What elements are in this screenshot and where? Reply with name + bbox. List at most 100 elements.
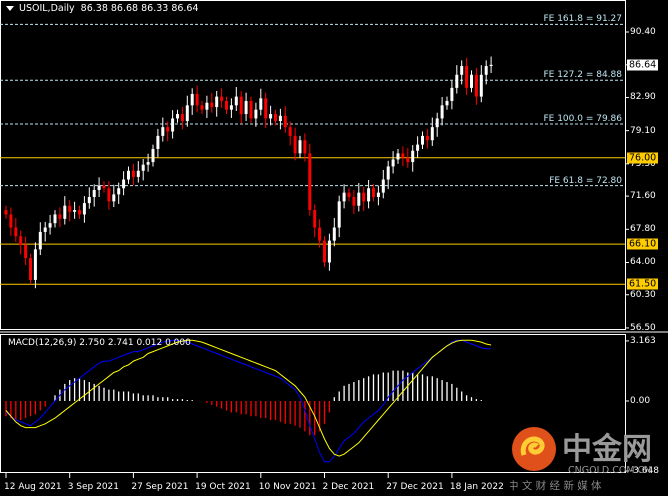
watermark-name: 中金网 (562, 432, 652, 467)
x-tick-label: 18 Jan 2022 (449, 482, 504, 492)
x-tick-label: 3 Sep 2021 (67, 482, 120, 492)
candle-body (117, 188, 121, 195)
candle-body (357, 192, 361, 206)
candle-body (136, 170, 140, 177)
chart-header: USOIL,Daily 86.38 86.68 86.33 86.64 (6, 3, 199, 14)
cngold-logo: 中金网 CNGOLD.COM.CN 中 文 财 经 新 媒 体 (508, 427, 652, 492)
candle-body (48, 223, 52, 228)
candle-body (318, 227, 322, 241)
candle-body (278, 115, 282, 122)
candle-body (283, 115, 287, 128)
candle-body (381, 179, 385, 193)
candle-body (274, 114, 277, 122)
candle-body (29, 258, 32, 280)
candle-body (479, 74, 483, 97)
candle-body (38, 231, 42, 250)
candle-body (131, 170, 135, 177)
candle-body (484, 66, 488, 75)
candle-body (269, 114, 273, 119)
candle-body (303, 140, 307, 154)
level-price-tag: 76.00 (627, 152, 659, 164)
fib-level-label: FE 127.2 = 84.88 (543, 70, 622, 81)
candle-body (401, 153, 405, 158)
dropdown-triangle-icon[interactable] (6, 6, 14, 11)
signal-line (5, 339, 492, 457)
x-tick-label: 10 Nov 2021 (258, 482, 317, 492)
fib-level-label: FE 61.8 = 72.80 (549, 175, 622, 186)
candle-body (220, 96, 224, 101)
level-price-tag: 66.10 (627, 238, 659, 250)
candle-body (465, 66, 469, 88)
candle-body (176, 114, 179, 119)
candle-body (470, 74, 473, 88)
candle-body (332, 227, 336, 241)
level-price-tag: 61.50 (627, 278, 659, 290)
candle-body (352, 196, 356, 206)
candle-body (151, 148, 155, 163)
candle-body (244, 100, 248, 115)
candle-body (313, 210, 317, 228)
candle-body (234, 96, 238, 106)
candle-body (450, 87, 454, 101)
y-tick-label: 82.90 (630, 92, 656, 103)
candle-body (166, 127, 170, 132)
candle-body (43, 227, 47, 232)
candle-body (347, 192, 351, 197)
candle-body (156, 135, 160, 149)
x-tick-label: 19 Oct 2021 (195, 482, 251, 492)
y-tick-label: 90.40 (630, 27, 656, 37)
y-tick-label: 60.30 (630, 289, 656, 300)
candle-body (215, 96, 219, 108)
candle-body (185, 105, 189, 122)
candle-body (445, 100, 449, 106)
candle-body (171, 118, 175, 132)
watermark-slogan: 中 文 财 经 新 媒 体 (510, 479, 602, 492)
current-price-tag: 86.64 (627, 59, 659, 71)
candle-body (200, 105, 204, 110)
candle-body (107, 188, 111, 202)
candle-body (367, 188, 371, 202)
ohlc-values: 86.38 86.68 86.33 86.64 (80, 3, 199, 14)
candle-body (249, 100, 253, 119)
macd-y-tick-label: 0.00 (630, 396, 651, 406)
candle-body (259, 98, 263, 110)
candle-body (323, 240, 326, 263)
candle-body (406, 157, 410, 163)
candle-body (327, 240, 331, 263)
candle-body (264, 98, 268, 119)
candle-body (308, 153, 312, 211)
candle-body (9, 214, 13, 228)
candle-body (63, 205, 67, 219)
y-tick-label: 79.10 (630, 125, 656, 136)
candle-body (229, 105, 233, 110)
candle-body (425, 135, 429, 141)
candle-body (68, 205, 72, 212)
candle-body (102, 185, 106, 189)
candle-body (92, 190, 96, 197)
candle-body (97, 185, 101, 191)
candle-body (205, 102, 209, 110)
candle-body (421, 135, 424, 145)
candle-body (293, 135, 297, 154)
candle-body (24, 245, 28, 259)
candle-body (337, 201, 341, 228)
candle-body (33, 249, 37, 280)
candle-body (362, 192, 366, 202)
candle-body (122, 179, 126, 189)
candle-body (112, 194, 116, 202)
watermark-domain: CNGOLD.COM.CN (568, 465, 651, 476)
y-tick-label: 71.60 (630, 191, 656, 202)
candle-body (455, 74, 459, 88)
candle-body (411, 150, 415, 163)
candle-body (254, 109, 258, 119)
macd-line (5, 339, 492, 463)
candle-body (195, 93, 199, 106)
cngold-watermark: 中金网 CNGOLD.COM.CN 中 文 财 经 新 媒 体 (508, 425, 668, 496)
macd-y-tick-label: 3.163 (630, 335, 656, 346)
candle-body (210, 102, 214, 108)
candle-body (342, 192, 346, 202)
candle-body (161, 127, 165, 136)
candle-body (146, 162, 150, 165)
symbol-label: USOIL,Daily (19, 3, 75, 14)
candle-body (440, 105, 444, 119)
